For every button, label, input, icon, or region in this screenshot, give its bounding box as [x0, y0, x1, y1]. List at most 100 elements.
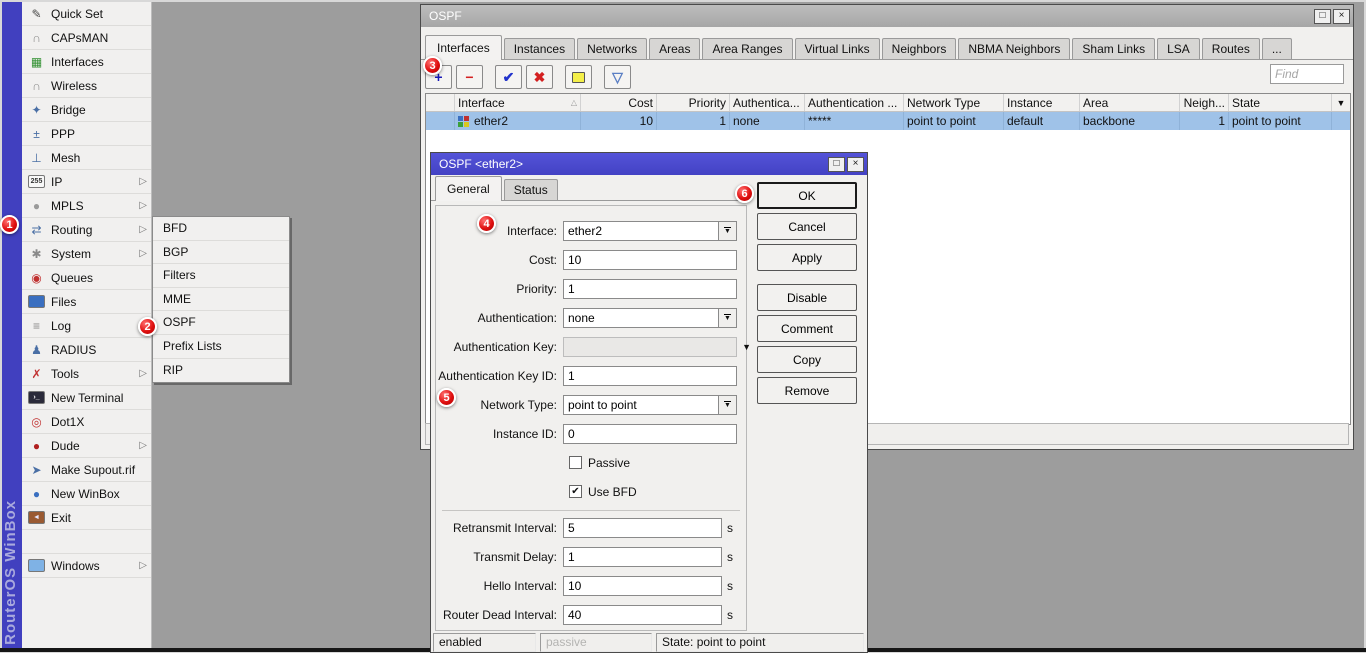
tab-routes[interactable]: Routes — [1202, 38, 1260, 59]
sidebar-item-mesh[interactable]: ⊥Mesh — [22, 146, 151, 170]
input-cost[interactable] — [563, 250, 737, 270]
input-priority[interactable] — [563, 279, 737, 299]
column-header-neigh[interactable]: Neigh... — [1180, 94, 1229, 111]
disable-button[interactable]: ✖ — [526, 65, 553, 89]
input-authentication-key-id[interactable] — [563, 366, 737, 386]
checkbox-passive[interactable] — [569, 456, 582, 469]
column-header-label: Area — [1083, 96, 1108, 110]
tab-instances[interactable]: Instances — [504, 38, 575, 59]
column-header-instance[interactable]: Instance — [1004, 94, 1080, 111]
comment-button[interactable] — [565, 65, 592, 89]
sidebar-item-new-terminal[interactable]: ›_New Terminal — [22, 386, 151, 410]
column-header-area[interactable]: Area — [1080, 94, 1180, 111]
dialog-tab-general[interactable]: General — [435, 176, 502, 201]
tab-lsa[interactable]: LSA — [1157, 38, 1200, 59]
column-header-authentica[interactable]: Authentica... — [730, 94, 805, 111]
tab-neighbors[interactable]: Neighbors — [882, 38, 957, 59]
column-header-network-type[interactable]: Network Type — [904, 94, 1004, 111]
sidebar-item-dot1x[interactable]: ◎Dot1X — [22, 410, 151, 434]
input-instance-id[interactable] — [563, 424, 737, 444]
dropdown-button[interactable]: ▼ — [718, 396, 736, 414]
apply-button[interactable]: Apply — [757, 244, 857, 271]
input-network-type[interactable] — [563, 395, 737, 415]
dialog-titlebar[interactable]: OSPF <ether2> □ × — [431, 153, 867, 175]
filter-icon: ▽ — [612, 69, 623, 86]
tab-areas[interactable]: Areas — [649, 38, 700, 59]
close-button[interactable]: × — [1333, 9, 1350, 24]
input-interface[interactable] — [563, 221, 737, 241]
submenu-item-filters[interactable]: Filters — [153, 264, 289, 288]
exit-door-icon: ◄ — [28, 511, 45, 524]
input-hello-interval[interactable] — [563, 576, 722, 596]
column-header-interface[interactable]: Interface△ — [455, 94, 581, 111]
dropdown-button[interactable]: ▼ — [718, 309, 736, 327]
column-header-flags[interactable] — [426, 94, 455, 111]
tab-[interactable]: ... — [1262, 38, 1292, 59]
dialog-maximize-button[interactable]: □ — [828, 157, 845, 172]
tab-area-ranges[interactable]: Area Ranges — [702, 38, 792, 59]
sidebar-item-bridge[interactable]: ✦Bridge — [22, 98, 151, 122]
sidebar-item-routing[interactable]: ⇄Routing▷ — [22, 218, 151, 242]
column-header-cost[interactable]: Cost — [581, 94, 657, 111]
sidebar-item-dude[interactable]: ●Dude▷ — [22, 434, 151, 458]
sidebar-item-label: Exit — [51, 511, 147, 525]
remove-button[interactable]: − — [456, 65, 483, 89]
filter-button[interactable]: ▽ — [604, 65, 631, 89]
ospf-window-titlebar[interactable]: OSPF □ × — [421, 5, 1353, 27]
input-authentication-key[interactable] — [563, 337, 737, 357]
sidebar-item-capsman[interactable]: ∩CAPsMAN — [22, 26, 151, 50]
submenu-item-rip[interactable]: RIP — [153, 359, 289, 383]
tab-virtual-links[interactable]: Virtual Links — [795, 38, 880, 59]
field-router-dead-interval — [563, 605, 722, 625]
maximize-button[interactable]: □ — [1314, 9, 1331, 24]
submenu-item-bfd[interactable]: BFD — [153, 217, 289, 241]
sidebar-item-radius[interactable]: ♟RADIUS — [22, 338, 151, 362]
submenu-item-mme[interactable]: MME — [153, 288, 289, 312]
enable-button[interactable]: ✔ — [495, 65, 522, 89]
sidebar-item-files[interactable]: Files — [22, 290, 151, 314]
sidebar-item-quick-set[interactable]: ✎Quick Set — [22, 2, 151, 26]
copy-button[interactable]: Copy — [757, 346, 857, 373]
sidebar-item-system[interactable]: ✱System▷ — [22, 242, 151, 266]
submenu-item-prefix-lists[interactable]: Prefix Lists — [153, 335, 289, 359]
sidebar-item-ppp[interactable]: ±PPP — [22, 122, 151, 146]
sidebar-item-new-winbox[interactable]: ●New WinBox — [22, 482, 151, 506]
sidebar-item-exit[interactable]: ◄ Exit — [22, 506, 151, 530]
table-row[interactable]: ether2101none*****point to pointdefaultb… — [426, 112, 1350, 130]
sidebar-item-ip[interactable]: 255IP▷ — [22, 170, 151, 194]
table-header: Interface△CostPriorityAuthentica...Authe… — [426, 94, 1350, 112]
comment-button[interactable]: Comment — [757, 315, 857, 342]
sidebar-item-label: Log — [51, 319, 147, 333]
sidebar-item-interfaces[interactable]: ▦Interfaces — [22, 50, 151, 74]
tab-networks[interactable]: Networks — [577, 38, 647, 59]
submenu-item-ospf[interactable]: OSPF — [153, 311, 289, 335]
sidebar-item-queues[interactable]: ◉Queues — [22, 266, 151, 290]
ok-button[interactable]: OK — [757, 182, 857, 209]
find-input[interactable] — [1270, 64, 1344, 84]
cap-antenna-icon: ∩ — [28, 30, 45, 46]
column-header-authentication[interactable]: Authentication ... — [805, 94, 904, 111]
input-retransmit-interval[interactable] — [563, 518, 722, 538]
sidebar-item-make-supout-rif[interactable]: ➤Make Supout.rif — [22, 458, 151, 482]
sidebar-item-wireless[interactable]: ∩Wireless — [22, 74, 151, 98]
sidebar-item-windows[interactable]: Windows▷ — [22, 554, 151, 578]
remove-button[interactable]: Remove — [757, 377, 857, 404]
column-header-state[interactable]: State — [1229, 94, 1332, 111]
tab-nbma-neighbors[interactable]: NBMA Neighbors — [958, 38, 1070, 59]
input-router-dead-interval[interactable] — [563, 605, 722, 625]
disable-button[interactable]: Disable — [757, 284, 857, 311]
sidebar-item-tools[interactable]: ✗Tools▷ — [22, 362, 151, 386]
input-authentication[interactable] — [563, 308, 737, 328]
checkbox-use-bfd[interactable]: ✔ — [569, 485, 582, 498]
tab-sham-links[interactable]: Sham Links — [1072, 38, 1155, 59]
column-header-priority[interactable]: Priority — [657, 94, 730, 111]
cancel-button[interactable]: Cancel — [757, 213, 857, 240]
input-transmit-delay[interactable] — [563, 547, 722, 567]
dialog-close-button[interactable]: × — [847, 157, 864, 172]
column-selector-button[interactable]: ▼ — [1332, 94, 1350, 111]
dropdown-button[interactable]: ▼ — [718, 222, 736, 240]
dialog-tab-status[interactable]: Status — [504, 179, 558, 200]
sidebar-item-mpls[interactable]: ●MPLS▷ — [22, 194, 151, 218]
submenu-item-bgp[interactable]: BGP — [153, 241, 289, 265]
sidebar-item-log[interactable]: ≡Log — [22, 314, 151, 338]
